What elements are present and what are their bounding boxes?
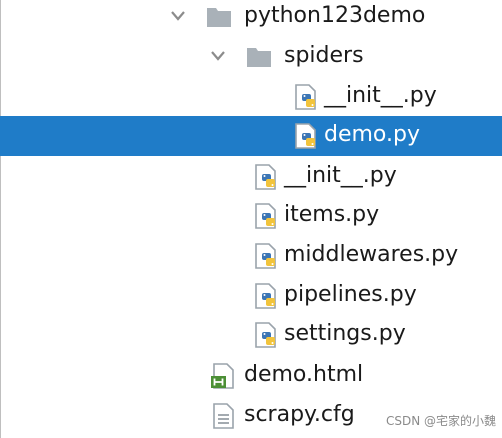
python-file-icon: [255, 322, 276, 348]
tree-item-label: __init__.py: [284, 163, 397, 188]
folder-icon: [247, 48, 271, 67]
tree-item-init-py[interactable]: __init__.py: [0, 157, 502, 197]
tree-item-label: settings.py: [284, 321, 406, 346]
python-file-icon: [295, 123, 316, 149]
tree-item-label: demo.py: [324, 122, 420, 147]
tree-item-python123demo[interactable]: python123demo: [0, 0, 502, 37]
python-file-icon: [255, 243, 276, 269]
config-file-icon: [213, 403, 234, 429]
tree-item-middlewares-py[interactable]: middlewares.py: [0, 236, 502, 276]
python-file-icon: [255, 203, 276, 229]
tree-item-demo-html[interactable]: demo.html: [0, 356, 502, 396]
tree-item-label: __init__.py: [324, 83, 437, 108]
tree-item-label: demo.html: [244, 362, 364, 387]
chevron-down-icon[interactable]: [170, 9, 186, 23]
folder-icon: [207, 8, 231, 27]
tree-item-spiders[interactable]: spiders: [0, 37, 502, 77]
watermark: CSDN @宅家的小魏: [385, 414, 496, 428]
tree-item-label: items.py: [284, 202, 380, 227]
html-file-icon: [211, 363, 234, 389]
python-file-icon: [295, 84, 316, 110]
tree-item-pipelines-py[interactable]: pipelines.py: [0, 276, 502, 316]
tree-item-items-py[interactable]: items.py: [0, 196, 502, 236]
tree-item-label: scrapy.cfg: [244, 402, 355, 427]
python-file-icon: [255, 164, 276, 190]
tree-item-settings-py[interactable]: settings.py: [0, 315, 502, 355]
tree-item-spiders-init-py[interactable]: __init__.py: [0, 77, 502, 117]
tree-item-label: middlewares.py: [284, 242, 459, 267]
tree-item-label: python123demo: [244, 3, 426, 28]
chevron-down-icon[interactable]: [210, 49, 226, 63]
python-file-icon: [255, 283, 276, 309]
tree-item-label: spiders: [284, 43, 364, 68]
project-tree: python123demo spiders __init__.py demo.p…: [0, 0, 502, 438]
tree-item-label: pipelines.py: [284, 282, 417, 307]
tree-item-demo-py[interactable]: demo.py: [0, 116, 502, 156]
